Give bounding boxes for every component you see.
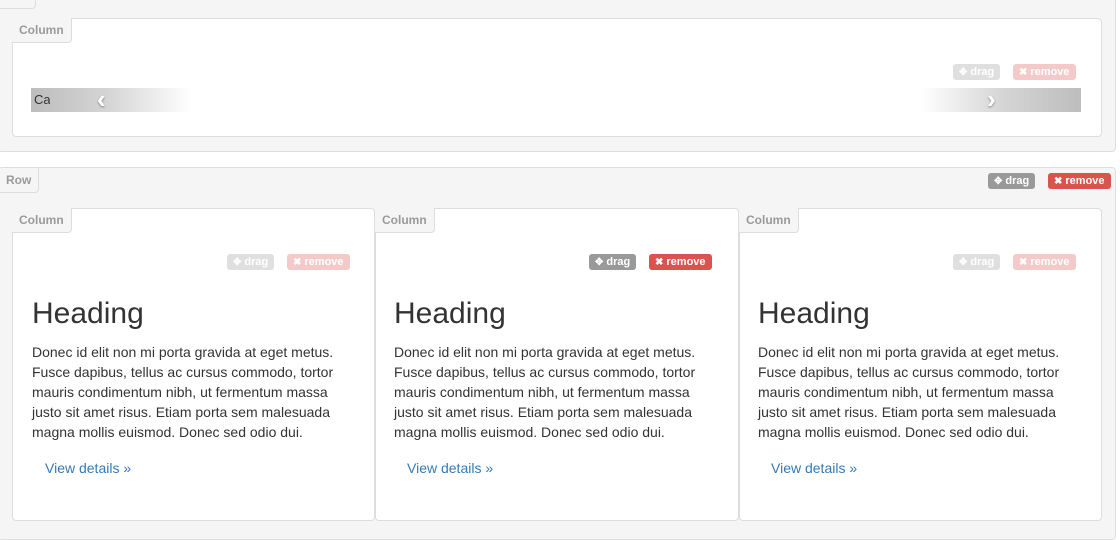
move-icon: ✥: [994, 176, 1003, 187]
column-text: Donec id elit non mi porta gravida at eg…: [32, 344, 334, 440]
drag-button[interactable]: ✥ drag: [227, 254, 275, 270]
top-row-tag-remnant: [0, 0, 36, 9]
column-2: Column ✥ drag ✖ remove Heading Donec id el…: [375, 208, 739, 521]
drag-button[interactable]: ✥ drag: [589, 254, 637, 270]
remove-button[interactable]: ✖ remove: [1013, 64, 1076, 80]
move-icon: ✥: [959, 67, 968, 78]
column-tag[interactable]: Column: [12, 18, 72, 43]
column-text: Donec id elit non mi porta gravida at eg…: [758, 344, 1060, 440]
carousel-next-control[interactable]: ›: [921, 84, 1081, 114]
carousel: Ca ‹ ›: [31, 84, 1081, 114]
move-icon: ✥: [959, 257, 968, 268]
row-tag[interactable]: Row: [0, 168, 40, 193]
column-heading: Heading: [758, 297, 870, 330]
chevron-right-icon: ›: [987, 84, 996, 114]
carousel-caption: Ca: [34, 92, 50, 107]
chevron-left-icon: ‹: [97, 84, 106, 114]
view-details-link[interactable]: View details »: [407, 458, 493, 478]
view-details-link[interactable]: View details »: [45, 458, 131, 478]
close-icon: ✖: [655, 257, 664, 268]
close-icon: ✖: [293, 257, 302, 268]
close-icon: ✖: [1019, 257, 1028, 268]
column-tag[interactable]: Column: [375, 208, 435, 233]
row-container: Row ✥ drag ✖ remove Column ✥ drag ✖ remove H…: [0, 167, 1116, 540]
move-icon: ✥: [233, 257, 242, 268]
row-remove-button[interactable]: ✖ remove: [1048, 173, 1111, 189]
column-heading: Heading: [32, 297, 144, 330]
remove-button[interactable]: ✖ remove: [1013, 254, 1076, 270]
carousel-prev-control[interactable]: Ca ‹: [31, 84, 191, 114]
column-3: Column ✥ drag ✖ remove Heading Donec id el…: [739, 208, 1102, 521]
column-heading: Heading: [394, 297, 506, 330]
column-1: Column ✥ drag ✖ remove Heading Donec id el…: [12, 208, 375, 521]
top-row-container: Column ✥ drag ✖ remove Ca ‹ ›: [0, 0, 1116, 152]
drag-button[interactable]: ✥ drag: [953, 64, 1001, 80]
column-text: Donec id elit non mi porta gravida at eg…: [394, 344, 696, 440]
column-tag[interactable]: Column: [12, 208, 72, 233]
remove-button[interactable]: ✖ remove: [649, 254, 712, 270]
close-icon: ✖: [1019, 67, 1028, 78]
row-drag-button[interactable]: ✥ drag: [988, 173, 1036, 189]
remove-button[interactable]: ✖ remove: [287, 254, 350, 270]
view-details-link[interactable]: View details »: [771, 458, 857, 478]
top-column-box: Column ✥ drag ✖ remove Ca ‹ ›: [12, 18, 1102, 137]
move-icon: ✥: [595, 257, 604, 268]
close-icon: ✖: [1054, 176, 1063, 187]
column-tag[interactable]: Column: [739, 208, 799, 233]
drag-button[interactable]: ✥ drag: [953, 254, 1001, 270]
